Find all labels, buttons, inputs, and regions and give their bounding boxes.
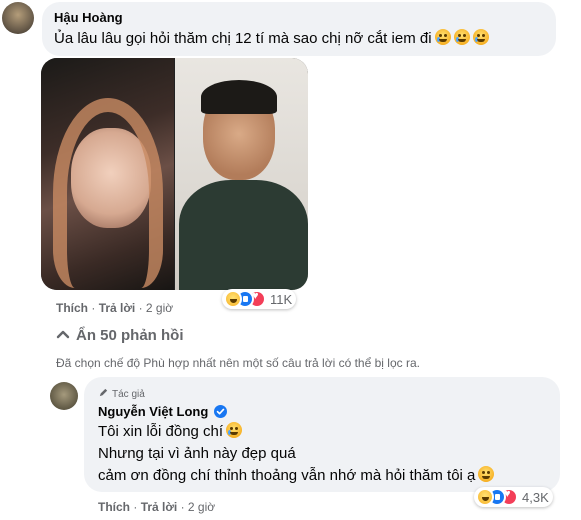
pen-icon bbox=[99, 388, 108, 397]
author-badge-label: Tác giả bbox=[112, 389, 145, 400]
haha-icon bbox=[476, 488, 494, 506]
filter-notice: Đã chọn chế độ Phù hợp nhất nên một số c… bbox=[56, 356, 420, 370]
hide-replies-label: Ẩn 50 phản hồi bbox=[76, 327, 184, 344]
like-link[interactable]: Thích bbox=[56, 301, 88, 315]
reply-line-1-text: Tôi xin lỗi đồng chí bbox=[98, 423, 224, 440]
reply-reaction-summary[interactable]: 4,3K bbox=[474, 487, 553, 507]
separator: · bbox=[91, 301, 96, 315]
reply-line-1: Tôi xin lỗi đồng chí bbox=[98, 422, 243, 442]
reply-reply-link[interactable]: Trả lời bbox=[141, 500, 178, 514]
photo-left bbox=[41, 58, 174, 290]
hide-replies-toggle[interactable]: Ẩn 50 phản hồi bbox=[56, 327, 184, 344]
reply-bubble: Tác giả Nguyễn Việt Long Tôi xin lỗi đồn… bbox=[84, 377, 560, 492]
reply-reaction-count: 4,3K bbox=[522, 489, 549, 505]
author-badge: Tác giả bbox=[98, 387, 145, 400]
crying-emoji-icon bbox=[434, 29, 451, 45]
separator: · bbox=[138, 301, 143, 315]
crying-emoji-icon bbox=[226, 422, 243, 438]
reply-like-link[interactable]: Thích bbox=[98, 500, 130, 514]
reply-author[interactable]: Nguyễn Việt Long bbox=[98, 404, 227, 419]
grinning-emoji-icon bbox=[478, 466, 495, 482]
comment-author[interactable]: Hậu Hoàng bbox=[54, 10, 123, 25]
reply-actions: Thích · Trả lời · 2 giờ bbox=[98, 500, 215, 514]
comment-text: Ủa lâu lâu gọi hỏi thăm chị 12 tí mà sao… bbox=[54, 29, 489, 49]
comment-reaction-summary[interactable]: 11K bbox=[222, 289, 297, 309]
comment-actions: Thích · Trả lời · 2 giờ bbox=[56, 301, 173, 315]
commenter-avatar[interactable] bbox=[2, 2, 34, 34]
reply-line-2: Nhưng tại vì ảnh này đẹp quá bbox=[98, 445, 296, 462]
photo-right-hair bbox=[201, 80, 277, 114]
reply-line-3: cảm ơn đồng chí thỉnh thoảng vẫn nhớ mà … bbox=[98, 466, 495, 486]
comment-photo-attachment[interactable] bbox=[41, 58, 308, 290]
comment-bubble: Hậu Hoàng Ủa lâu lâu gọi hỏi thăm chị 12… bbox=[42, 2, 556, 56]
reaction-count: 11K bbox=[270, 291, 293, 307]
reply-line-3-text: cảm ơn đồng chí thỉnh thoảng vẫn nhớ mà … bbox=[98, 467, 476, 484]
reply-author-name[interactable]: Nguyễn Việt Long bbox=[98, 404, 208, 419]
crying-emoji-icon bbox=[472, 29, 489, 45]
photo-right bbox=[175, 58, 308, 290]
crying-emoji-icon bbox=[453, 29, 470, 45]
verified-badge-icon bbox=[213, 405, 227, 418]
photo-right-shirt bbox=[179, 180, 308, 290]
separator: · bbox=[180, 500, 185, 514]
reply-time[interactable]: 2 giờ bbox=[188, 500, 215, 514]
haha-icon bbox=[224, 290, 242, 308]
comment-text-body: Ủa lâu lâu gọi hỏi thăm chị 12 tí mà sao… bbox=[54, 30, 432, 47]
reply-link[interactable]: Trả lời bbox=[99, 301, 136, 315]
photo-left-hair bbox=[53, 98, 163, 288]
separator: · bbox=[133, 500, 138, 514]
comment-time[interactable]: 2 giờ bbox=[146, 301, 173, 315]
chevron-up-icon bbox=[56, 330, 70, 339]
reply-author-avatar[interactable] bbox=[50, 382, 78, 410]
